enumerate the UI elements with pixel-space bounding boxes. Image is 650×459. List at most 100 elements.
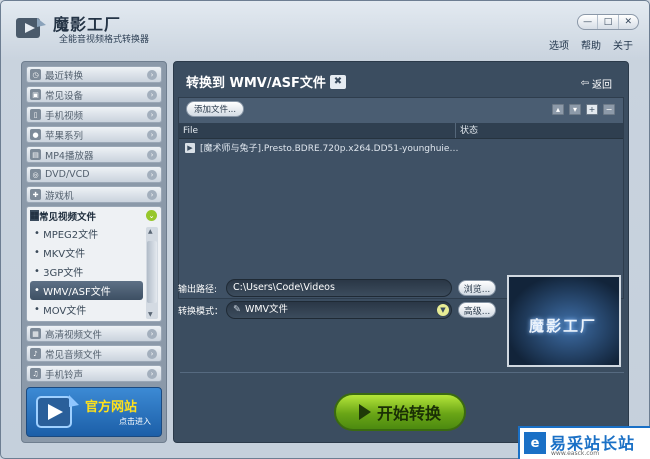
sidebar-item-dvd[interactable]: ◎ DVD/VCD › <box>26 166 162 183</box>
sidebar-item-common-video[interactable]: ▦ 常见视频文件 ⌄ <box>27 207 161 224</box>
format-item-wmv-asf[interactable]: • WMV/ASF文件 <box>30 281 143 300</box>
menu-about[interactable]: 关于 <box>613 37 633 52</box>
window-controls: — □ ✕ <box>577 14 639 30</box>
disc-icon: ◎ <box>30 169 41 180</box>
sidebar-item-label: 最近转换 <box>45 70 84 82</box>
chevron-right-icon: › <box>147 329 157 339</box>
file-list: File 状态 ▶ [魔术师与兔子].Presto.BDRE.720p.x264… <box>179 123 623 298</box>
format-item-mkv[interactable]: • MKV文件 <box>30 243 143 262</box>
sidebar-item-label: 常见音频文件 <box>45 349 103 361</box>
add-file-button[interactable]: 添加文件... <box>186 101 244 117</box>
top-menu: 选项 帮助 关于 <box>549 37 633 52</box>
preview-pane: 魔影工厂 <box>507 275 621 367</box>
menu-help[interactable]: 帮助 <box>581 37 601 52</box>
pen-icon: ✎ <box>233 304 241 315</box>
minimize-button[interactable]: — <box>578 15 599 29</box>
output-path-field[interactable]: C:\Users\Code\Videos <box>226 279 452 297</box>
sidebar-item-label: 手机铃声 <box>45 369 84 381</box>
sidebar: ◷ 最近转换 › ▣ 常见设备 › ▯ 手机视频 › ● 苹果系列 › ▤ MP4播放器 › ◎ DV… <box>21 61 167 443</box>
chevron-right-icon: › <box>147 190 157 200</box>
output-path-row: 输出路径: C:\Users\Code\Videos 浏览... <box>178 278 496 298</box>
clock-icon: ◷ <box>30 69 41 80</box>
watermark-url: www.easck.com <box>551 450 600 457</box>
watermark-logo-icon: e <box>524 432 546 454</box>
move-up-icon[interactable]: ▴ <box>552 104 564 115</box>
chevron-down-icon: ⌄ <box>146 210 157 221</box>
app-subtitle: 全能音视频格式转换器 <box>59 35 150 45</box>
file-area: 添加文件... ▴ ▾ + − File 状态 ▶ [魔术师与兔子].Prest… <box>178 97 624 299</box>
sidebar-item-mp4[interactable]: ▤ MP4播放器 › <box>26 146 162 163</box>
advanced-button[interactable]: 高级... <box>458 302 496 318</box>
sidebar-item-devices[interactable]: ▣ 常见设备 › <box>26 86 162 103</box>
sidebar-item-audio[interactable]: ♪ 常见音频文件 › <box>26 345 162 362</box>
convert-mode-label: 转换模式： <box>178 306 224 317</box>
sidebar-group-common-video: ▦ 常见视频文件 ⌄ • MPEG2文件 • MKV文件 • 3GP文件 • W… <box>26 206 162 322</box>
back-arrow-icon: ⇦ <box>580 78 589 89</box>
chevron-right-icon: › <box>147 130 157 140</box>
page-title: 转换到 WMV/ASF文件 ✖ <box>186 72 346 91</box>
convert-mode-row: 转换模式： ✎ WMV文件 ▼ 高级... <box>178 300 496 320</box>
app-logo-icon <box>16 18 46 38</box>
sidebar-item-label: MP4播放器 <box>45 150 94 162</box>
back-button[interactable]: ⇦ 返回 <box>581 76 612 91</box>
sidebar-item-label: 常见设备 <box>45 90 84 102</box>
list-action-buttons: ▴ ▾ + − <box>552 104 615 115</box>
sidebar-item-ringtone[interactable]: ♫ 手机铃声 › <box>26 365 162 382</box>
video-file-icon: ▶ <box>185 142 195 153</box>
add-icon[interactable]: + <box>586 104 598 115</box>
chevron-down-icon: ▼ <box>437 304 449 316</box>
watermark: e 易采站长站 www.easck.com <box>518 426 650 459</box>
sidebar-item-phone-video[interactable]: ▯ 手机视频 › <box>26 106 162 123</box>
chevron-right-icon: › <box>147 349 157 359</box>
scrollbar-thumb[interactable] <box>147 241 157 303</box>
format-list: • MPEG2文件 • MKV文件 • 3GP文件 • WMV/ASF文件 • … <box>27 224 161 319</box>
divider <box>180 372 624 373</box>
chevron-right-icon: › <box>147 170 157 180</box>
scroll-down-icon[interactable]: ▼ <box>148 311 153 318</box>
move-down-icon[interactable]: ▾ <box>569 104 581 115</box>
convert-mode-select[interactable]: ✎ WMV文件 ▼ <box>226 301 452 319</box>
sidebar-item-label: 手机视频 <box>45 110 84 122</box>
close-button[interactable]: ✕ <box>619 15 638 29</box>
column-status[interactable]: 状态 <box>456 123 623 138</box>
film-icon: ▦ <box>30 210 39 221</box>
sidebar-item-hd-video[interactable]: ▦ 高清视频文件 › <box>26 325 162 342</box>
preview-logo: 魔影工厂 <box>529 317 598 335</box>
sidebar-item-game[interactable]: ✚ 游戏机 › <box>26 186 162 203</box>
promo-subtitle: 点击进入 <box>119 417 151 426</box>
chevron-right-icon: › <box>147 90 157 100</box>
main-panel: 转换到 WMV/ASF文件 ✖ ⇦ 返回 添加文件... ▴ ▾ + − Fil… <box>173 61 629 443</box>
mp4-player-icon: ▤ <box>30 149 41 160</box>
file-row[interactable]: ▶ [魔术师与兔子].Presto.BDRE.720p.x264.DD51-yo… <box>179 139 623 156</box>
sidebar-item-recent[interactable]: ◷ 最近转换 › <box>26 66 162 83</box>
browse-button[interactable]: 浏览... <box>458 280 496 296</box>
file-name: [魔术师与兔子].Presto.BDRE.720p.x264.DD51-youn… <box>200 144 462 154</box>
format-item-mov[interactable]: • MOV文件 <box>30 300 143 319</box>
chevron-right-icon: › <box>147 369 157 379</box>
promo-logo-icon <box>36 395 79 428</box>
start-convert-button[interactable]: 开始转换 <box>334 393 466 431</box>
format-list-scrollbar[interactable]: ▲ ▼ <box>146 227 158 319</box>
file-toolbar: 添加文件... ▴ ▾ + − <box>179 98 623 122</box>
phone-icon: ▯ <box>30 109 41 120</box>
play-icon <box>358 404 371 420</box>
file-list-header: File 状态 <box>179 123 623 139</box>
start-convert-label: 开始转换 <box>376 404 441 423</box>
column-file[interactable]: File <box>179 123 456 138</box>
settings-tool-icon[interactable]: ✖ <box>329 74 346 89</box>
menu-options[interactable]: 选项 <box>549 37 569 52</box>
gamepad-icon: ✚ <box>30 189 41 200</box>
scroll-up-icon[interactable]: ▲ <box>148 228 153 235</box>
hd-video-icon: ▦ <box>30 328 41 339</box>
official-site-banner[interactable]: 官方网站 点击进入 <box>26 387 162 437</box>
promo-title: 官方网站 <box>85 400 138 415</box>
format-item-3gp[interactable]: • 3GP文件 <box>30 262 143 281</box>
device-icon: ▣ <box>30 89 41 100</box>
app-window: 魔影工厂 全能音视频格式转换器 — □ ✕ 选项 帮助 关于 ◷ 最近转换 › ▣ 常… <box>0 0 650 459</box>
sidebar-item-label: 游戏机 <box>45 190 74 202</box>
remove-icon[interactable]: − <box>603 104 615 115</box>
sidebar-item-apple[interactable]: ● 苹果系列 › <box>26 126 162 143</box>
format-item-mpeg2[interactable]: • MPEG2文件 <box>30 224 143 243</box>
sidebar-item-label: DVD/VCD <box>45 169 90 180</box>
maximize-button[interactable]: □ <box>598 15 619 29</box>
